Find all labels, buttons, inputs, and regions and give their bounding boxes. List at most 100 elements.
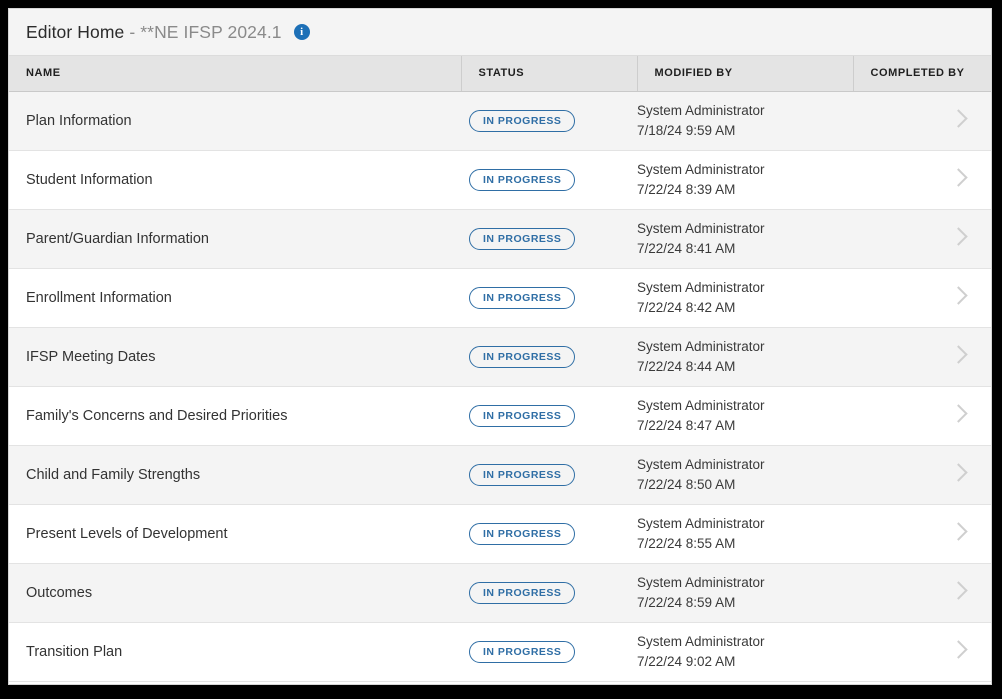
table-body: Plan Information IN PROGRESS System Admini… <box>9 91 991 682</box>
modified-by-user: System Administrator <box>637 515 765 531</box>
cell-modified-by: System Administrator 7/22/24 8:55 AM <box>637 504 853 564</box>
cell-status: IN PROGRESS <box>461 268 637 328</box>
cell-status: IN PROGRESS <box>461 150 637 210</box>
cell-name: IFSP Meeting Dates <box>9 327 461 387</box>
cell-name: Child and Family Strengths <box>9 445 461 505</box>
modified-by-timestamp: 7/22/24 9:02 AM <box>637 653 736 669</box>
modified-by-timestamp: 7/22/24 8:55 AM <box>637 535 736 551</box>
editor-home-window: Editor Home - **NE IFSP 2024.1 i NAME ST… <box>8 8 992 685</box>
cell-modified-by: System Administrator 7/22/24 8:39 AM <box>637 150 853 210</box>
page-title: Editor Home <box>26 21 125 42</box>
modified-by-user: System Administrator <box>637 161 765 177</box>
status-badge[interactable]: IN PROGRESS <box>469 286 576 309</box>
table-row[interactable]: Enrollment Information IN PROGRESS System … <box>9 268 991 328</box>
modified-by-user: System Administrator <box>637 220 765 236</box>
cell-open-arrow[interactable] <box>923 268 991 328</box>
modified-by-timestamp: 7/22/24 8:50 AM <box>637 476 736 492</box>
chevron-right-icon[interactable] <box>948 344 968 364</box>
table-row[interactable]: Parent/Guardian Information IN PROGRESS Sy… <box>9 209 991 269</box>
modified-by-user: System Administrator <box>637 633 765 649</box>
cell-modified-by: System Administrator 7/18/24 9:59 AM <box>637 91 853 151</box>
cell-status: IN PROGRESS <box>461 209 637 269</box>
chevron-right-icon[interactable] <box>948 462 968 482</box>
chevron-right-icon[interactable] <box>948 580 968 600</box>
chevron-right-icon[interactable] <box>948 167 968 187</box>
cell-completed-by <box>853 268 923 328</box>
cell-completed-by <box>853 386 923 446</box>
column-header-name[interactable]: NAME <box>9 56 461 92</box>
modified-by-user: System Administrator <box>637 279 765 295</box>
cell-completed-by <box>853 504 923 564</box>
chevron-right-icon[interactable] <box>948 521 968 541</box>
cell-name: Student Information <box>9 150 461 210</box>
cell-name: Family's Concerns and Desired Priorities <box>9 386 461 446</box>
cell-name: Plan Information <box>9 91 461 151</box>
cell-modified-by: System Administrator 7/22/24 8:47 AM <box>637 386 853 446</box>
modified-by-user: System Administrator <box>637 574 765 590</box>
cell-modified-by: System Administrator 7/22/24 8:41 AM <box>637 209 853 269</box>
info-icon[interactable]: i <box>293 24 310 40</box>
chevron-right-icon[interactable] <box>948 226 968 246</box>
cell-status: IN PROGRESS <box>461 563 637 623</box>
cell-completed-by <box>853 150 923 210</box>
cell-modified-by: System Administrator 7/22/24 8:59 AM <box>637 563 853 623</box>
cell-open-arrow[interactable] <box>923 504 991 564</box>
table-row[interactable]: Plan Information IN PROGRESS System Admini… <box>9 91 991 151</box>
cell-completed-by <box>853 327 923 387</box>
cell-name: Present Levels of Development <box>9 504 461 564</box>
table-row[interactable]: Present Levels of Development IN PROGRESS… <box>9 504 991 564</box>
table-row[interactable]: Family's Concerns and Desired Priorities… <box>9 386 991 446</box>
cell-status: IN PROGRESS <box>461 327 637 387</box>
table-row[interactable]: Transition Plan IN PROGRESS System Adminis… <box>9 622 991 682</box>
status-badge[interactable]: IN PROGRESS <box>469 404 576 427</box>
modified-by-timestamp: 7/22/24 8:42 AM <box>637 299 736 315</box>
chevron-right-icon[interactable] <box>948 639 968 659</box>
modified-by-user: System Administrator <box>637 338 765 354</box>
modified-by-timestamp: 7/22/24 8:59 AM <box>637 594 736 610</box>
modified-by-timestamp: 7/22/24 8:39 AM <box>637 181 736 197</box>
cell-open-arrow[interactable] <box>923 91 991 151</box>
cell-name: Outcomes <box>9 563 461 623</box>
cell-completed-by <box>853 91 923 151</box>
status-badge[interactable]: IN PROGRESS <box>469 227 576 250</box>
chevron-right-icon[interactable] <box>948 285 968 305</box>
cell-open-arrow[interactable] <box>923 209 991 269</box>
cell-name: Enrollment Information <box>9 268 461 328</box>
table-row[interactable]: Child and Family Strengths IN PROGRESS Sys… <box>9 445 991 505</box>
editor-list-table: NAME STATUS MODIFIED BY COMPLETED BY Pla… <box>9 56 991 682</box>
status-badge[interactable]: IN PROGRESS <box>469 640 576 663</box>
cell-open-arrow[interactable] <box>923 622 991 682</box>
cell-open-arrow[interactable] <box>923 563 991 623</box>
cell-status: IN PROGRESS <box>461 91 637 151</box>
cell-status: IN PROGRESS <box>461 504 637 564</box>
table-row[interactable]: Outcomes IN PROGRESS System Administrator 7… <box>9 563 991 623</box>
cell-modified-by: System Administrator 7/22/24 8:50 AM <box>637 445 853 505</box>
table-row[interactable]: IFSP Meeting Dates IN PROGRESS System Admi… <box>9 327 991 387</box>
column-header-status[interactable]: STATUS <box>460 56 637 92</box>
status-badge[interactable]: IN PROGRESS <box>469 463 576 486</box>
cell-name: Transition Plan <box>9 622 461 682</box>
modified-by-timestamp: 7/18/24 9:59 AM <box>637 122 736 138</box>
table-row[interactable]: Student Information IN PROGRESS System Adm… <box>9 150 991 210</box>
modified-by-user: System Administrator <box>637 102 765 118</box>
column-header-modified-by[interactable]: MODIFIED BY <box>636 56 853 92</box>
table-header-row: NAME STATUS MODIFIED BY COMPLETED BY <box>9 56 991 92</box>
cell-completed-by <box>853 622 923 682</box>
modified-by-user: System Administrator <box>637 397 765 413</box>
cell-status: IN PROGRESS <box>461 622 637 682</box>
cell-completed-by <box>853 209 923 269</box>
cell-open-arrow[interactable] <box>923 445 991 505</box>
cell-open-arrow[interactable] <box>923 327 991 387</box>
status-badge[interactable]: IN PROGRESS <box>469 168 576 191</box>
status-badge[interactable]: IN PROGRESS <box>469 522 576 545</box>
status-badge[interactable]: IN PROGRESS <box>469 345 576 368</box>
cell-open-arrow[interactable] <box>923 150 991 210</box>
cell-modified-by: System Administrator 7/22/24 8:44 AM <box>637 327 853 387</box>
cell-completed-by <box>853 563 923 623</box>
cell-open-arrow[interactable] <box>923 386 991 446</box>
column-header-completed-by[interactable]: COMPLETED BY <box>852 56 991 92</box>
status-badge[interactable]: IN PROGRESS <box>469 581 576 604</box>
chevron-right-icon[interactable] <box>948 403 968 423</box>
status-badge[interactable]: IN PROGRESS <box>469 109 576 132</box>
chevron-right-icon[interactable] <box>948 108 968 128</box>
